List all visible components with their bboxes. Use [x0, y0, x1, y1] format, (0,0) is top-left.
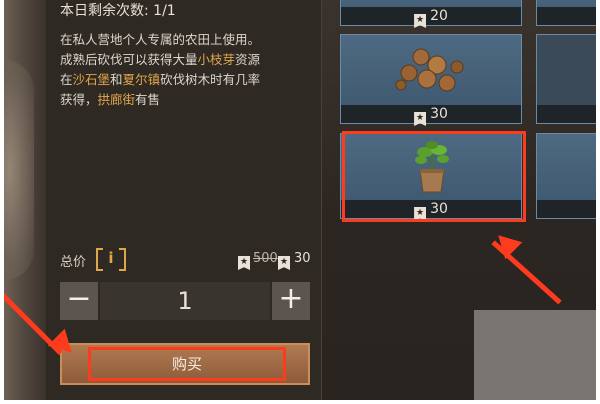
corner-overlay: [474, 310, 596, 400]
quantity-value[interactable]: 1: [100, 282, 270, 320]
buy-button-label: 购买: [88, 347, 286, 381]
game-shop-screen: 本日剩余次数: 1/1 在私人营地个人专属的农田上使用。 成熟后砍伐可以获得大量…: [4, 0, 596, 400]
discount-price: ★ 30: [278, 251, 311, 270]
currency-badge-icon: ★: [414, 112, 427, 126]
nuts-icon: [395, 48, 464, 92]
decrease-quantity-button[interactable]: −: [60, 282, 98, 320]
annotation-arrow-head: [489, 226, 523, 260]
item-card[interactable]: [536, 0, 596, 26]
item-card[interactable]: [536, 133, 596, 219]
item-info-panel: 本日剩余次数: 1/1 在私人营地个人专属的农田上使用。 成熟后砍伐可以获得大量…: [46, 0, 322, 400]
item-description: 在私人营地个人专属的农田上使用。 成熟后砍伐可以获得大量小枝芽资源 在沙石堡和夏…: [60, 30, 316, 110]
background-scenery: [4, 0, 46, 400]
buy-button[interactable]: 购买: [60, 343, 310, 385]
total-price-row: 总价 i ★ 500 ★ 30: [60, 247, 316, 271]
original-price: ★ 500: [238, 251, 278, 270]
location-highlight-2: 夏尔镇: [122, 72, 161, 87]
item-price: [537, 200, 596, 218]
quantity-stepper: − 1 +: [60, 282, 310, 320]
item-card[interactable]: ★ 20: [340, 0, 522, 28]
item-price: [537, 7, 596, 25]
shop-highlight: 拱廊街: [97, 92, 136, 107]
currency-badge-icon: ★: [278, 256, 290, 270]
currency-badge-icon: ★: [414, 14, 427, 28]
scenery-figure: [4, 60, 34, 280]
desc-line-2: 成熟后砍伐可以获得大量小枝芽资源: [60, 52, 261, 67]
remaining-count: 本日剩余次数: 1/1: [60, 3, 176, 19]
info-icon[interactable]: i: [96, 247, 126, 271]
desc-line-3: 在沙石堡和夏尔镇砍伐树木时有几率: [60, 72, 261, 87]
item-card[interactable]: [536, 34, 596, 124]
resource-highlight: 小枝芽: [197, 52, 236, 67]
selection-highlight: [342, 131, 526, 222]
total-price-label: 总价: [60, 255, 87, 270]
desc-line-1: 在私人营地个人专属的农田上使用。: [60, 32, 261, 47]
item-price: ★ 30: [341, 105, 521, 126]
desc-line-4: 获得，拱廊街有售: [60, 92, 161, 107]
item-price: ★ 20: [341, 7, 521, 28]
item-card-nuts[interactable]: ★ 30: [340, 34, 522, 126]
item-price: [537, 105, 596, 123]
location-highlight-1: 沙石堡: [72, 72, 111, 87]
currency-badge-icon: ★: [238, 256, 250, 270]
increase-quantity-button[interactable]: +: [272, 282, 310, 320]
